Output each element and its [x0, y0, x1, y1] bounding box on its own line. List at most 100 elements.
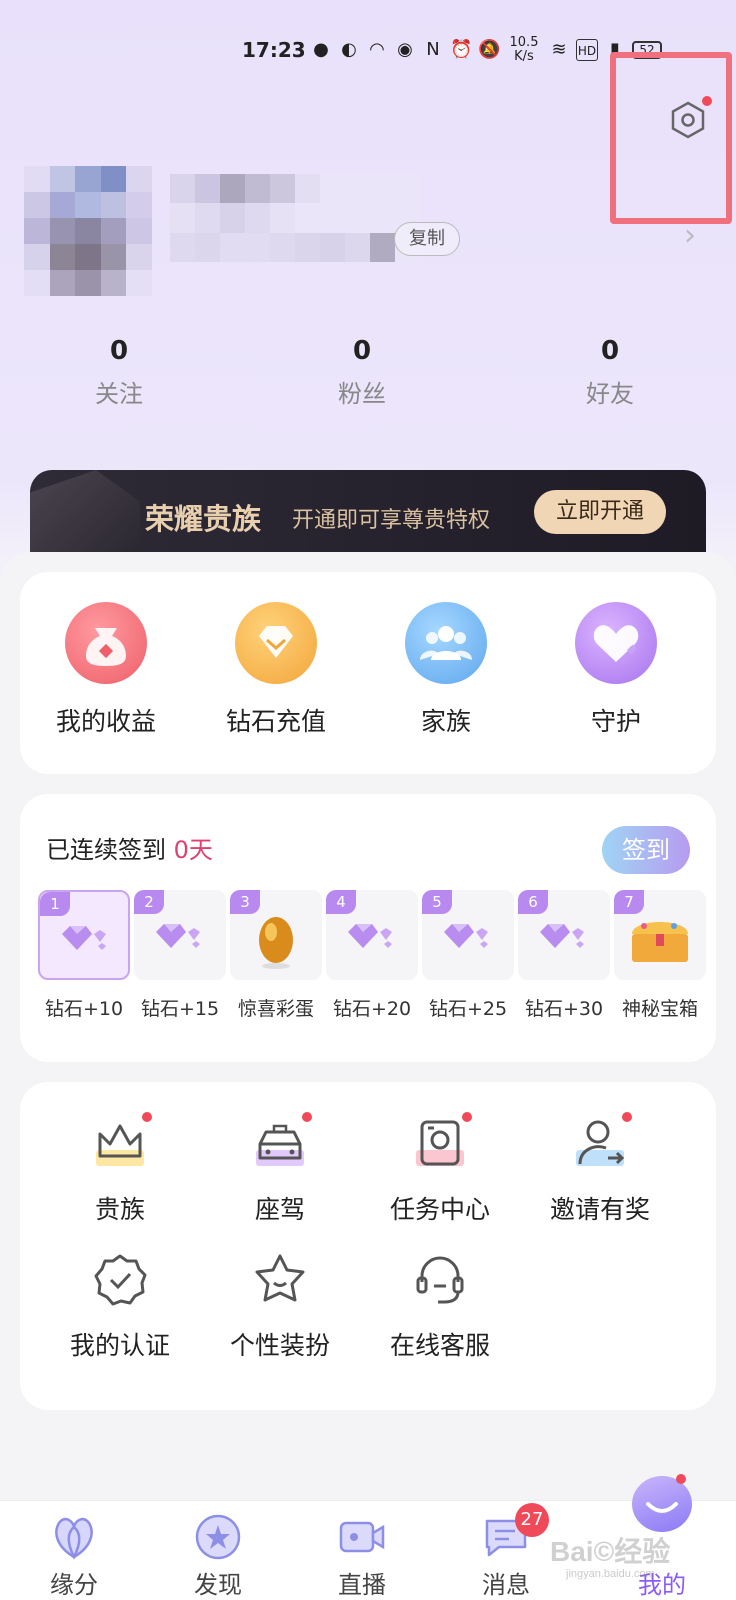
tab-label: 直播	[338, 1571, 386, 1599]
wechat-icon: ●	[313, 39, 329, 60]
stat-friends[interactable]: 0 好友	[486, 336, 734, 409]
feature-mount[interactable]: 座驾	[200, 1112, 360, 1226]
vip-open-button[interactable]: 立即开通	[534, 490, 666, 534]
quick-action-label: 守护	[590, 707, 641, 736]
alarm-icon: ⏰	[450, 39, 473, 60]
sign-in-days: 0天	[173, 836, 213, 864]
reward-label: 钻石+25	[428, 998, 508, 1020]
stat-label: 好友	[586, 380, 634, 408]
settings-hex-icon	[671, 101, 705, 139]
vip-banner[interactable]: 荣耀贵族 开通即可享尊贵特权 立即开通	[30, 470, 706, 560]
reward-box: 5	[422, 890, 514, 980]
stat-value: 0	[600, 336, 620, 366]
sign-in-prefix: 已连续签到	[46, 836, 174, 864]
me-avatar-icon[interactable]	[632, 1474, 692, 1532]
tab-fate[interactable]: 缘分	[24, 1513, 124, 1600]
sign-in-title: 已连续签到 0天	[46, 830, 213, 865]
day-number: 5	[422, 890, 452, 914]
sign-in-card: 已连续签到 0天 签到 1 钻石+10 2 钻石+15 3 惊喜彩蛋 4 钻石+…	[20, 794, 716, 1062]
avatar[interactable]	[24, 166, 152, 296]
reward-day-1[interactable]: 1 钻石+10	[38, 890, 130, 1021]
mute-icon: 🔕	[478, 39, 501, 60]
star-face-icon	[250, 1250, 310, 1310]
feature-label: 个性装扮	[229, 1331, 330, 1360]
feature-customer-service[interactable]: 在线客服	[360, 1250, 520, 1362]
feature-dress-up[interactable]: 个性装扮	[200, 1250, 360, 1362]
day-number: 6	[518, 890, 548, 914]
hd-icon: HD	[576, 39, 598, 61]
eye-icon: ◉	[397, 39, 413, 60]
reward-box: 6	[518, 890, 610, 980]
feature-label: 座驾	[254, 1195, 305, 1224]
features-card: 贵族 座驾 任务中心 邀请有奖 我的认证 个性装扮 在线客服	[20, 1082, 716, 1410]
reward-label: 钻石+15	[140, 998, 220, 1020]
tab-label: 缘分	[50, 1571, 98, 1599]
me-notification-dot	[676, 1474, 686, 1484]
network-speed: 10.5 K/s	[509, 35, 539, 64]
stat-fans[interactable]: 0 粉丝	[238, 336, 486, 409]
tab-label: 发现	[194, 1571, 242, 1599]
reward-box: 3	[230, 890, 322, 980]
crown-icon	[90, 1112, 152, 1174]
feature-noble[interactable]: 贵族	[40, 1112, 200, 1226]
day-number: 7	[614, 890, 644, 914]
reward-day-4[interactable]: 4 钻石+20	[326, 890, 418, 1021]
feature-label: 任务中心	[389, 1195, 490, 1224]
username-blurred	[170, 174, 420, 262]
invite-icon	[570, 1112, 632, 1174]
profile-header[interactable]: 复制 ›	[24, 160, 724, 300]
vip-decoration	[30, 470, 140, 560]
status-time: 17:23	[242, 38, 306, 62]
stat-following[interactable]: 0 关注	[0, 336, 238, 409]
reward-day-7[interactable]: 7 神秘宝箱	[614, 890, 706, 1021]
chevron-right-icon[interactable]: ›	[684, 218, 696, 253]
quick-action-recharge[interactable]: 钻石充值	[196, 602, 356, 738]
reward-box: 4	[326, 890, 418, 980]
feature-task-center[interactable]: 任务中心	[360, 1112, 520, 1226]
reward-label: 神秘宝箱	[621, 998, 698, 1020]
quick-action-label: 家族	[420, 707, 471, 736]
feature-label: 我的认证	[69, 1331, 170, 1360]
vip-title: 荣耀贵族	[145, 502, 262, 536]
settings-button[interactable]	[668, 96, 712, 140]
tab-live[interactable]: 直播	[312, 1513, 412, 1600]
copy-id-button[interactable]: 复制	[394, 222, 460, 256]
day-number: 2	[134, 890, 164, 914]
sign-in-button[interactable]: 签到	[602, 826, 690, 874]
wifi-icon: ≋	[551, 39, 567, 60]
notification-dot	[142, 1112, 152, 1122]
heart-icon	[575, 602, 657, 684]
quick-action-earnings[interactable]: 我的收益	[26, 602, 186, 738]
car-icon	[250, 1112, 312, 1174]
fate-icon	[49, 1513, 99, 1561]
task-icon	[410, 1112, 472, 1174]
tab-discover[interactable]: 发现	[168, 1513, 268, 1600]
notification-dot	[302, 1112, 312, 1122]
vip-description: 开通即可享尊贵特权	[292, 508, 491, 533]
quick-action-label: 我的收益	[55, 707, 156, 736]
reward-day-3[interactable]: 3 惊喜彩蛋	[230, 890, 322, 1021]
notification-dot	[462, 1112, 472, 1122]
tab-messages[interactable]: 27 消息	[456, 1503, 556, 1600]
reward-day-6[interactable]: 6 钻石+30	[518, 890, 610, 1021]
watermark-sub: jingyan.baidu.com	[566, 1568, 655, 1580]
headset-icon	[410, 1250, 470, 1310]
reward-day-2[interactable]: 2 钻石+15	[134, 890, 226, 1021]
quick-action-family[interactable]: 家族	[366, 602, 526, 738]
reward-label: 钻石+10	[44, 998, 124, 1020]
app2-icon: ◠	[369, 39, 385, 60]
discover-icon	[193, 1513, 243, 1561]
stat-value: 0	[352, 336, 372, 366]
diamond-icon	[235, 602, 317, 684]
reward-day-5[interactable]: 5 钻石+25	[422, 890, 514, 1021]
feature-verification[interactable]: 我的认证	[40, 1250, 200, 1362]
day-number: 4	[326, 890, 356, 914]
feature-label: 贵族	[94, 1195, 145, 1224]
stat-value: 0	[109, 336, 129, 366]
feature-invite[interactable]: 邀请有奖	[520, 1112, 680, 1226]
feature-label: 邀请有奖	[549, 1195, 650, 1224]
family-icon	[405, 602, 487, 684]
day-number: 3	[230, 890, 260, 914]
quick-action-guard[interactable]: 守护	[536, 602, 696, 738]
settings-notification-dot	[702, 96, 712, 106]
